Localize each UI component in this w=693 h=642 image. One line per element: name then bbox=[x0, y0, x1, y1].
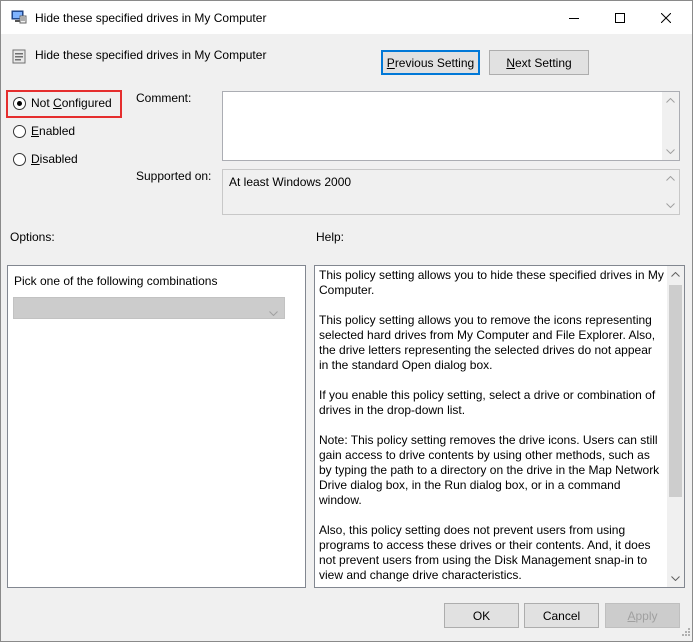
ok-button[interactable]: OK bbox=[444, 603, 519, 628]
radio-indicator[interactable] bbox=[13, 152, 26, 166]
supported-on-box: At least Windows 2000 bbox=[222, 169, 680, 215]
policy-computer-icon bbox=[11, 10, 27, 24]
title-bar[interactable]: Hide these specified drives in My Comput… bbox=[1, 1, 692, 34]
comment-textarea[interactable] bbox=[222, 91, 680, 161]
scroll-down-icon[interactable] bbox=[667, 570, 684, 587]
maximize-button[interactable] bbox=[597, 1, 643, 34]
maximize-icon bbox=[615, 12, 625, 23]
supported-scrollbar[interactable] bbox=[662, 170, 679, 214]
help-scroll-thumb[interactable] bbox=[669, 285, 682, 497]
apply-button[interactable]: Apply bbox=[605, 603, 680, 628]
drive-combination-dropdown[interactable] bbox=[13, 297, 285, 319]
radio-disabled[interactable]: Disabled bbox=[13, 152, 78, 166]
chevron-down-icon bbox=[269, 305, 278, 319]
options-label: Options: bbox=[10, 230, 55, 244]
policy-title: Hide these specified drives in My Comput… bbox=[35, 48, 267, 62]
policy-dialog-window: Hide these specified drives in My Comput… bbox=[0, 0, 693, 642]
radio-indicator[interactable] bbox=[13, 124, 26, 138]
comment-label: Comment: bbox=[136, 91, 192, 105]
help-label: Help: bbox=[316, 230, 345, 244]
scroll-up-icon[interactable] bbox=[662, 92, 679, 109]
scroll-down-icon[interactable] bbox=[662, 143, 679, 160]
next-setting-button[interactable]: Next Setting bbox=[489, 50, 589, 75]
policy-setting-icon bbox=[11, 49, 27, 64]
help-paragraph: If you enable this policy setting, selec… bbox=[319, 388, 656, 417]
close-button[interactable] bbox=[643, 1, 689, 34]
radio-indicator[interactable] bbox=[13, 96, 26, 110]
help-panel: This policy setting allows you to hide t… bbox=[314, 265, 685, 588]
supported-on-value: At least Windows 2000 bbox=[229, 175, 352, 189]
options-panel: Pick one of the following combinations bbox=[7, 265, 306, 588]
scroll-down-icon[interactable] bbox=[662, 197, 679, 214]
minimize-icon bbox=[569, 17, 579, 19]
help-scrollbar[interactable] bbox=[667, 266, 684, 587]
help-text: This policy setting allows you to hide t… bbox=[319, 268, 664, 587]
radio-not-configured[interactable]: Not Configured bbox=[13, 96, 112, 110]
help-paragraph: This policy setting allows you to hide t… bbox=[319, 268, 664, 297]
minimize-button[interactable] bbox=[551, 1, 597, 34]
radio-enabled[interactable]: Enabled bbox=[13, 124, 75, 138]
resize-grip-icon[interactable] bbox=[680, 625, 690, 639]
scroll-up-icon[interactable] bbox=[667, 266, 684, 283]
help-paragraph: Note: This policy setting removes the dr… bbox=[319, 433, 660, 507]
supported-on-label: Supported on: bbox=[136, 169, 212, 183]
window-title: Hide these specified drives in My Comput… bbox=[35, 11, 267, 25]
close-icon bbox=[661, 12, 671, 23]
comment-scrollbar[interactable] bbox=[662, 92, 679, 160]
help-paragraph: Also, this policy setting does not preve… bbox=[319, 523, 651, 582]
options-prompt: Pick one of the following combinations bbox=[14, 274, 218, 288]
cancel-button[interactable]: Cancel bbox=[524, 603, 599, 628]
scroll-up-icon[interactable] bbox=[662, 170, 679, 187]
help-paragraph: This policy setting allows you to remove… bbox=[319, 313, 656, 372]
previous-setting-button[interactable]: Previous Setting bbox=[381, 50, 480, 75]
